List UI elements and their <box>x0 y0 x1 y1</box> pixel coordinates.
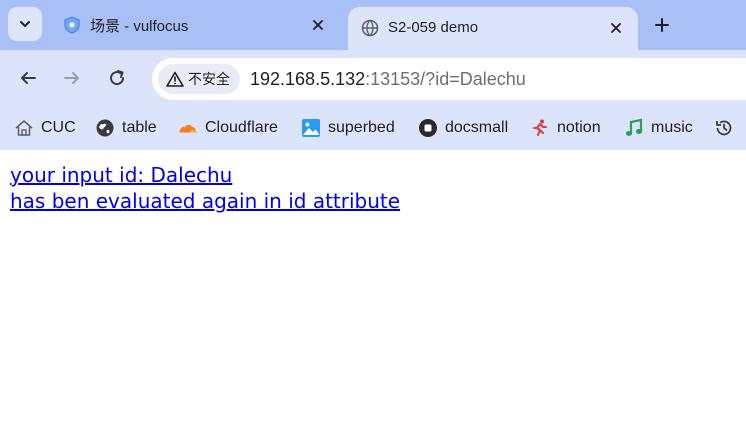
bookmark-label: table <box>122 119 157 136</box>
cloud-icon <box>178 118 198 138</box>
url-text[interactable]: 192.168.5.132:13153/?id=Dalechu <box>250 69 526 90</box>
url-path: :13153/?id=Dalechu <box>365 68 526 89</box>
globe-icon <box>95 118 115 138</box>
back-button[interactable] <box>14 64 42 92</box>
bookmark-music[interactable]: music <box>624 116 693 140</box>
tab-vulfocus[interactable]: 场景 - vulfocus <box>50 8 340 42</box>
tab-title: S2-059 demo <box>388 19 479 36</box>
bookmark-label: Cloudflare <box>205 119 278 136</box>
runner-icon <box>530 118 550 138</box>
close-icon[interactable] <box>604 16 628 40</box>
globe-icon <box>358 16 382 40</box>
page-content: your input id: Dalechu has ben evaluated… <box>0 150 746 434</box>
bookmarks-bar: CUC table Cloudflare superbed docsmall n… <box>0 106 746 150</box>
bookmark-cloudflare[interactable]: Cloudflare <box>178 116 278 140</box>
chevron-down-icon <box>20 21 30 27</box>
tab-strip: 场景 - vulfocus S2-059 demo <box>0 0 746 50</box>
square-icon <box>418 118 438 138</box>
bookmark-label: music <box>651 119 693 136</box>
reload-button[interactable] <box>103 64 131 92</box>
close-icon[interactable] <box>306 13 330 37</box>
forward-button[interactable] <box>58 64 86 92</box>
bookmark-history[interactable] <box>714 116 741 140</box>
music-note-icon <box>624 118 644 138</box>
plus-icon <box>655 18 669 32</box>
url-host: 192.168.5.132 <box>250 68 366 89</box>
tab-search-button[interactable] <box>8 7 42 41</box>
bookmark-docsmall[interactable]: docsmall <box>418 116 508 140</box>
bookmark-superbed[interactable]: superbed <box>301 116 395 140</box>
bookmark-cuc[interactable]: CUC <box>14 116 76 140</box>
arrow-left-icon <box>21 72 36 84</box>
bookmark-table[interactable]: table <box>95 116 157 140</box>
reload-icon <box>110 70 125 86</box>
tab-s2-059-demo[interactable]: S2-059 demo <box>348 7 638 50</box>
security-label: 不安全 <box>188 71 230 87</box>
history-icon <box>714 118 734 138</box>
warning-icon <box>166 71 184 87</box>
arrow-right-icon <box>64 72 79 84</box>
security-chip[interactable]: 不安全 <box>158 64 240 94</box>
bookmark-label: CUC <box>41 119 76 136</box>
toolbar: 不安全 192.168.5.132:13153/?id=Dalechu <box>0 50 746 106</box>
bookmark-label: superbed <box>328 119 395 136</box>
image-icon <box>301 118 321 138</box>
home-icon <box>14 118 34 138</box>
result-link-line-2[interactable]: has ben evaluated again in id attribute <box>10 189 400 213</box>
result-link-line-1[interactable]: your input id: Dalechu <box>10 163 232 187</box>
new-tab-button[interactable] <box>648 11 676 39</box>
address-bar[interactable]: 不安全 192.168.5.132:13153/?id=Dalechu <box>152 58 746 100</box>
shield-icon <box>60 13 84 37</box>
bookmark-label: docsmall <box>445 119 509 136</box>
tab-title: 场景 - vulfocus <box>90 17 189 35</box>
bookmark-label: notion <box>557 119 601 136</box>
bookmark-notion[interactable]: notion <box>530 116 601 140</box>
